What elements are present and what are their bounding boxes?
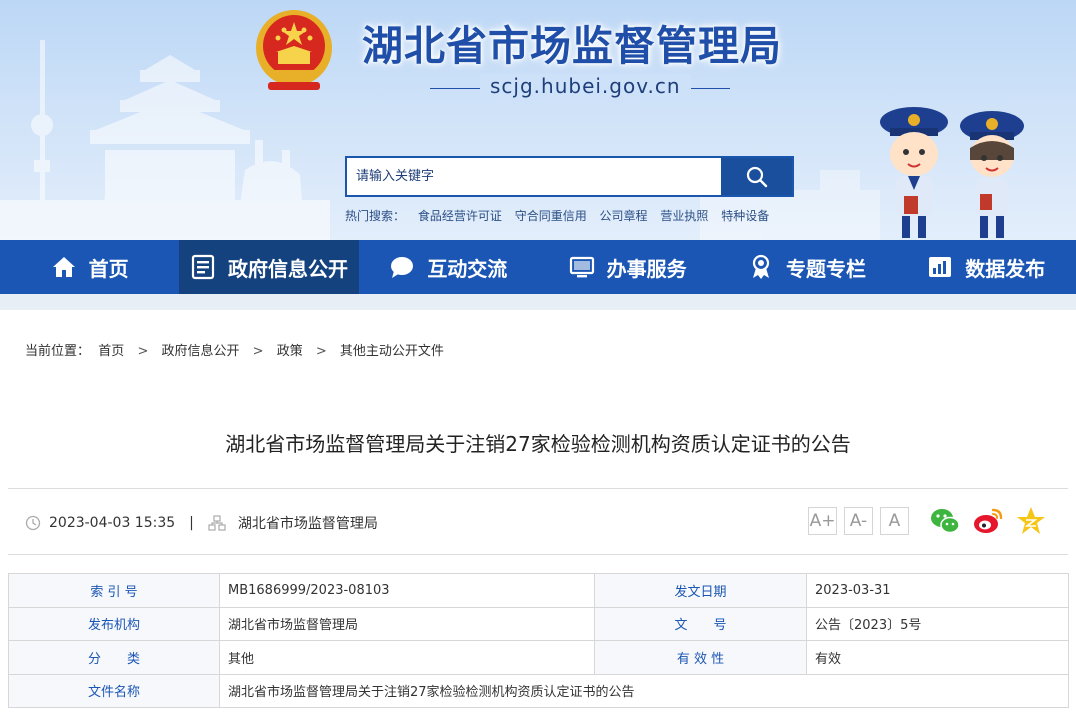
publish-datetime: 2023-04-03 15:35: [49, 515, 176, 531]
home-icon: [51, 254, 77, 280]
file-name-label: 文件名称: [8, 673, 220, 708]
search-button[interactable]: [721, 158, 792, 195]
publisher-value: 湖北省市场监督管理局: [219, 606, 595, 641]
wechat-icon[interactable]: [929, 505, 961, 537]
search-box: [345, 156, 794, 197]
publisher-label: 发布机构: [8, 606, 220, 641]
breadcrumb-link-policy[interactable]: 政策: [277, 344, 303, 359]
table-row: 分 类 其他 有 效 性 有效: [8, 640, 1069, 675]
nav-item-gov-info[interactable]: 政府信息公开: [179, 240, 359, 294]
nav-item-interaction[interactable]: 互动交流: [359, 240, 538, 294]
site-header: 湖北省市场监督管理局 scjg.hubei.gov.cn 热门搜索： 食品经营许…: [0, 0, 1076, 240]
font-decrease-button[interactable]: A-: [844, 507, 873, 535]
document-info-table: 索 引 号 MB1686999/2023-08103 发文日期 2023-03-…: [8, 573, 1069, 708]
index-number-value: MB1686999/2023-08103: [219, 573, 595, 608]
breadcrumb-separator: >: [252, 344, 264, 359]
article-meta: 2023-04-03 15:35 | 湖北省市场监督管理局: [25, 513, 378, 533]
validity-value: 有效: [806, 640, 1069, 675]
breadcrumb-label: 当前位置：: [25, 344, 91, 359]
hot-search-item[interactable]: 守合同重信用: [515, 209, 587, 223]
category-label: 分 类: [8, 640, 220, 675]
breadcrumb-separator: >: [315, 344, 327, 359]
award-icon: [748, 254, 774, 280]
nav-label: 数据发布: [965, 256, 1046, 281]
nav-item-home[interactable]: 首页: [0, 240, 179, 294]
chat-bubble-icon: [389, 254, 415, 280]
font-size-controls: A+ A- A: [808, 507, 916, 535]
nav-item-services[interactable]: 办事服务: [538, 240, 717, 294]
main-nav: 首页 政府信息公开 互动交流 办事服务 专题专栏 数据发布: [0, 240, 1076, 294]
hot-search-item[interactable]: 特种设备: [721, 209, 769, 223]
file-name-value: 湖北省市场监督管理局关于注销27家检验检测机构资质认定证书的公告: [219, 673, 1069, 708]
document-number-label: 文 号: [594, 606, 807, 641]
nav-label: 专题专栏: [785, 256, 866, 281]
nav-label: 互动交流: [427, 256, 508, 281]
meta-separator: |: [189, 515, 194, 531]
table-row: 文件名称 湖北省市场监督管理局关于注销27家检验检测机构资质认定证书的公告: [8, 673, 1069, 708]
national-emblem-logo: [256, 10, 332, 90]
search-input[interactable]: [347, 158, 723, 195]
breadcrumb-link-other-files[interactable]: 其他主动公开文件: [340, 344, 444, 359]
font-increase-button[interactable]: A+: [808, 507, 837, 535]
nav-item-data[interactable]: 数据发布: [897, 240, 1076, 294]
font-default-button[interactable]: A: [880, 507, 909, 535]
category-value: 其他: [219, 640, 595, 675]
hot-search-item[interactable]: 食品经营许可证: [418, 209, 502, 223]
hot-search-item[interactable]: 公司章程: [600, 209, 648, 223]
hot-search-item[interactable]: 营业执照: [660, 209, 708, 223]
breadcrumb-separator: >: [137, 344, 149, 359]
document-number-value: 公告〔2023〕5号: [806, 606, 1069, 641]
issue-date-label: 发文日期: [594, 573, 807, 608]
breadcrumb: 当前位置： 首页 > 政府信息公开 > 政策 > 其他主动公开文件: [25, 340, 444, 359]
mascot-illustration: [880, 107, 1024, 238]
qzone-icon[interactable]: [1015, 505, 1047, 537]
breadcrumb-link-home[interactable]: 首页: [98, 344, 124, 359]
divider: [8, 554, 1068, 555]
index-number-label: 索 引 号: [8, 573, 220, 608]
bar-chart-icon: [927, 254, 953, 280]
nav-label: 政府信息公开: [227, 256, 348, 281]
article-title: 湖北省市场监督管理局关于注销27家检验检测机构资质认定证书的公告: [225, 432, 851, 456]
section-gap: [0, 294, 1076, 310]
hot-search-label: 热门搜索：: [345, 209, 406, 223]
validity-label: 有 效 性: [594, 640, 807, 675]
clock-icon: [25, 515, 41, 531]
table-row: 索 引 号 MB1686999/2023-08103 发文日期 2023-03-…: [8, 573, 1069, 608]
breadcrumb-link-gov-info[interactable]: 政府信息公开: [161, 344, 239, 359]
monitor-icon: [569, 254, 595, 280]
table-row: 发布机构 湖北省市场监督管理局 文 号 公告〔2023〕5号: [8, 606, 1069, 641]
divider: [8, 488, 1068, 489]
article-source: 湖北省市场监督管理局: [237, 516, 378, 532]
hot-search: 热门搜索： 食品经营许可证 守合同重信用 公司章程 营业执照 特种设备: [345, 207, 778, 224]
site-domain: scjg.hubei.gov.cn: [480, 74, 691, 98]
weibo-icon[interactable]: [972, 505, 1004, 537]
nav-item-topics[interactable]: 专题专栏: [717, 240, 896, 294]
share-bar: [929, 505, 1058, 537]
issue-date-value: 2023-03-31: [806, 573, 1069, 608]
search-icon: [746, 166, 767, 187]
organization-icon: [208, 515, 226, 531]
nav-label: 办事服务: [606, 256, 687, 281]
site-title: 湖北省市场监督管理局: [362, 22, 782, 70]
document-list-icon: [190, 254, 216, 280]
nav-label: 首页: [88, 256, 129, 281]
